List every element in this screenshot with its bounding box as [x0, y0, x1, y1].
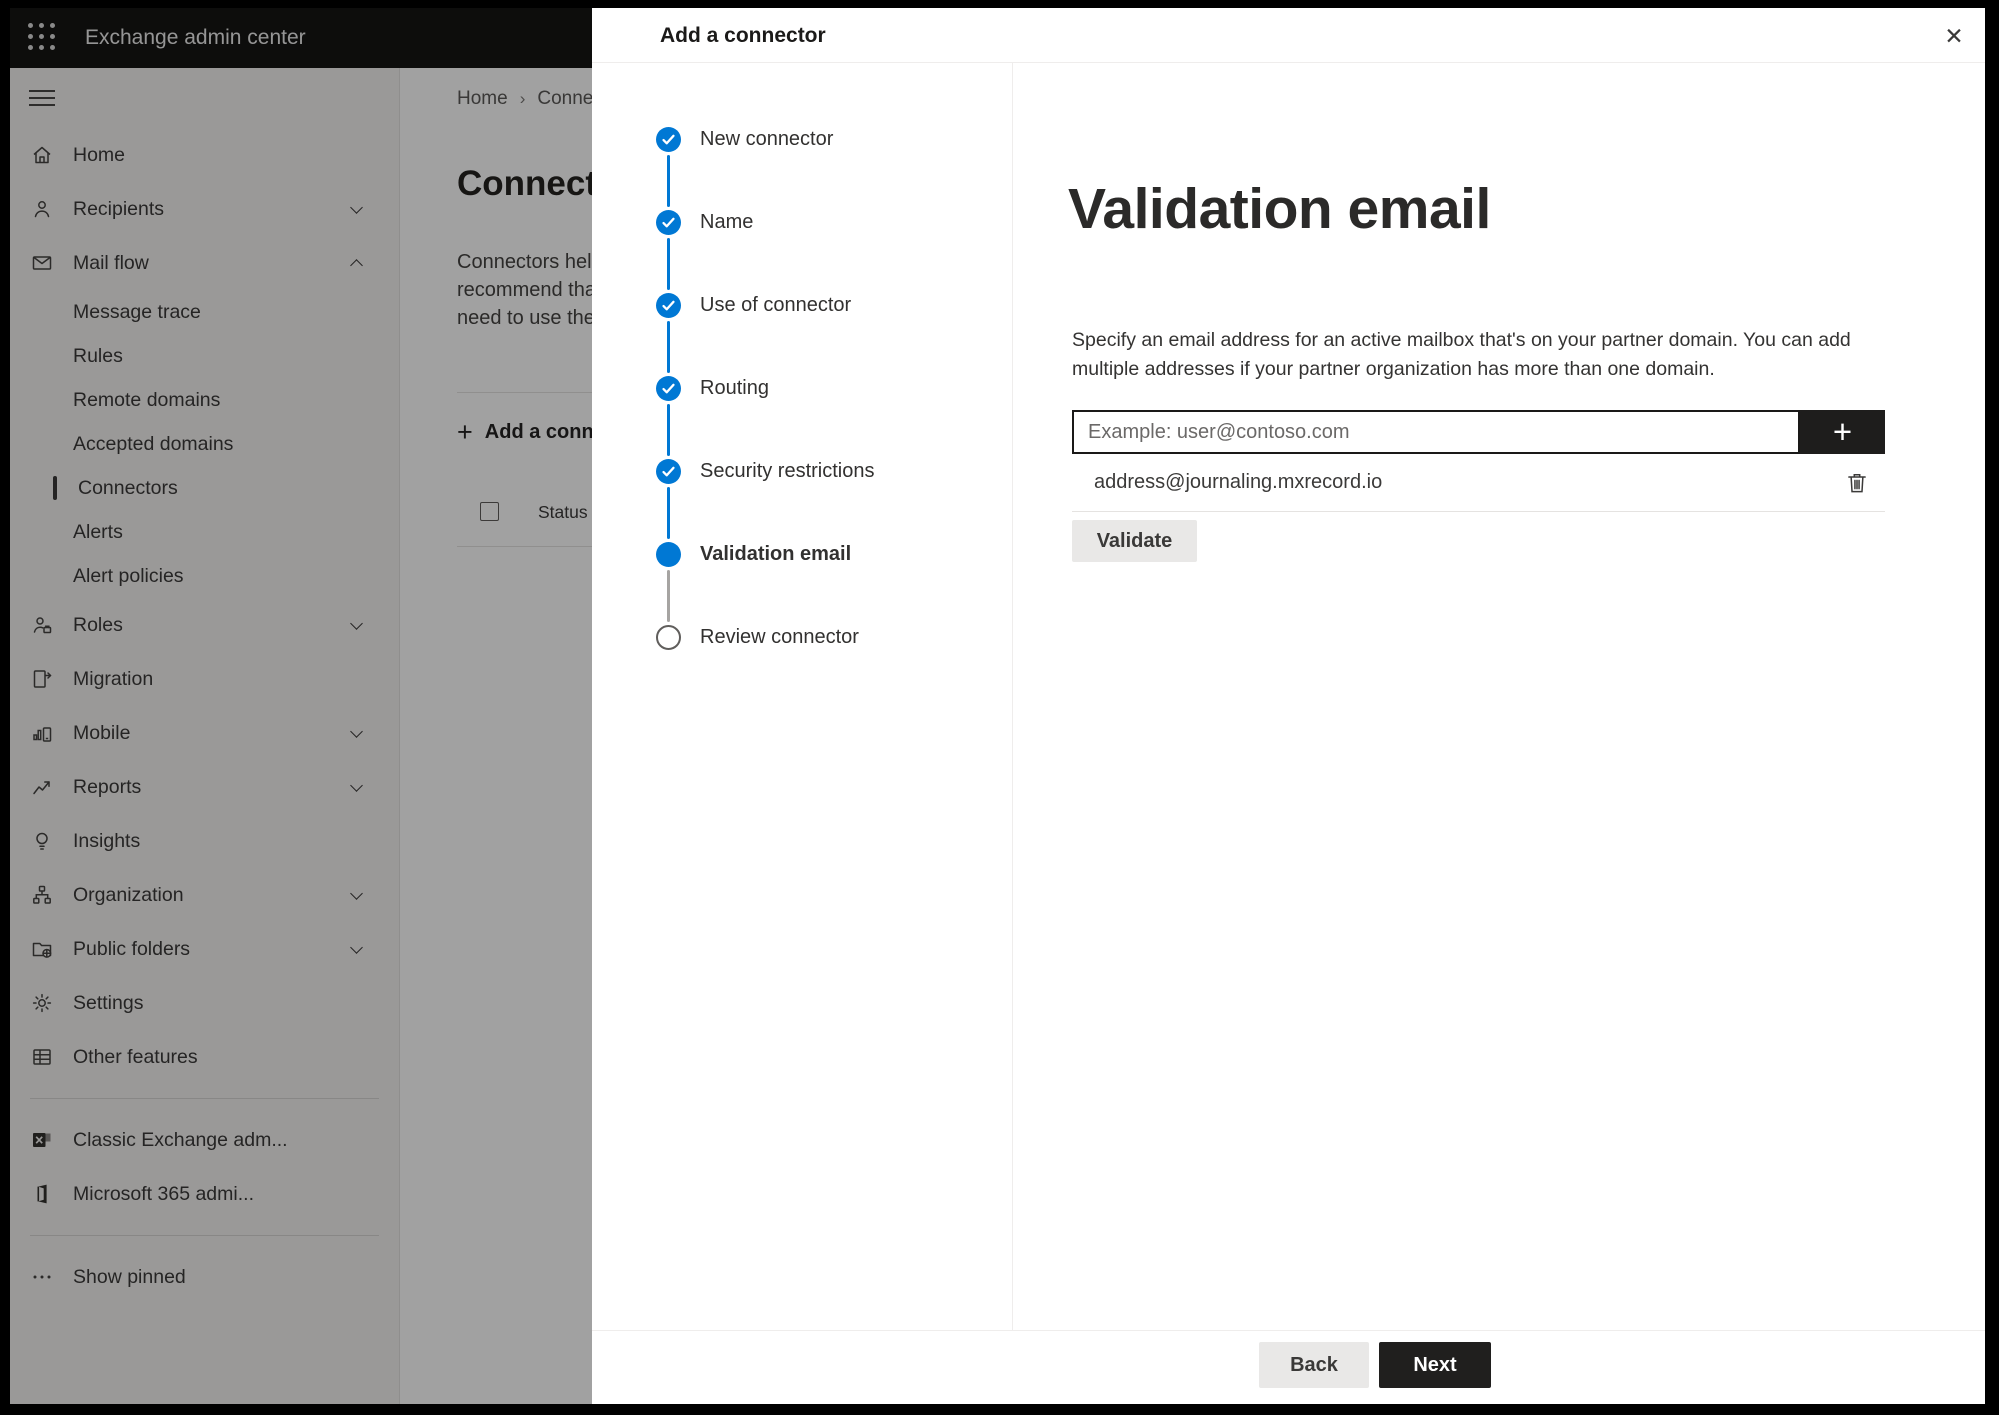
add-email-button[interactable]: +: [1800, 410, 1885, 454]
step-status-icon: [656, 625, 681, 650]
step-status-icon: [656, 293, 681, 318]
step-description: Specify an email address for an active m…: [1072, 329, 1851, 380]
next-button[interactable]: Next: [1379, 1342, 1491, 1388]
step-label: New connector: [700, 128, 834, 150]
check-icon: [662, 300, 675, 311]
check-icon: [662, 466, 675, 477]
screen: Exchange admin center Home Recipients Ma…: [10, 8, 1985, 1404]
step-status-icon: [656, 376, 681, 401]
footer-divider: [592, 1330, 1985, 1331]
step-status-icon: [656, 127, 681, 152]
close-icon[interactable]: ✕: [1939, 21, 1969, 51]
wizard-step[interactable]: Routing: [592, 321, 1008, 430]
step-connector-line: [667, 404, 670, 456]
validate-button[interactable]: Validate: [1072, 520, 1197, 562]
step-label: Name: [700, 211, 754, 233]
address-email: address@journaling.mxrecord.io: [1094, 471, 1383, 493]
step-connector-line: [667, 487, 670, 539]
step-status-icon: [656, 542, 681, 567]
step-label: Routing: [700, 377, 769, 399]
step-status-icon: [656, 459, 681, 484]
dialog-header: Add a connector ✕: [592, 8, 1985, 63]
step-connector-line: [667, 321, 670, 373]
step-label: Security restrictions: [700, 460, 875, 482]
wizard-steps: New connector Name Use of connector Rout…: [592, 98, 1008, 679]
dialog-title: Add a connector: [660, 24, 826, 47]
wizard-step[interactable]: Name: [592, 155, 1008, 264]
wizard-step[interactable]: Use of connector: [592, 238, 1008, 347]
wizard-step: Review connector: [592, 570, 1008, 679]
wizard-step[interactable]: New connector: [592, 98, 1008, 181]
step-heading: Validation email: [1068, 177, 1491, 241]
step-label: Review connector: [700, 626, 859, 648]
check-icon: [662, 217, 675, 228]
back-button[interactable]: Back: [1259, 1342, 1369, 1388]
validation-email-input[interactable]: [1072, 410, 1800, 454]
trash-icon[interactable]: [1844, 470, 1870, 496]
step-status-icon: [656, 210, 681, 235]
step-connector-line: [667, 570, 670, 622]
wizard-content-divider: [1012, 63, 1013, 1330]
email-input-row: +: [1072, 410, 1885, 454]
address-row: address@journaling.mxrecord.io: [1072, 454, 1885, 512]
check-icon: [662, 383, 675, 394]
step-connector-line: [667, 155, 670, 207]
wizard-step[interactable]: Validation email: [592, 487, 1008, 596]
step-connector-line: [667, 238, 670, 290]
plus-icon: +: [1832, 413, 1853, 450]
step-label: Validation email: [700, 543, 852, 565]
check-icon: [662, 134, 675, 145]
step-label: Use of connector: [700, 294, 852, 316]
add-connector-dialog: Add a connector ✕ New connector Name Use…: [592, 8, 1985, 1404]
address-list: address@journaling.mxrecord.io: [1072, 454, 1885, 512]
wizard-step[interactable]: Security restrictions: [592, 404, 1008, 513]
